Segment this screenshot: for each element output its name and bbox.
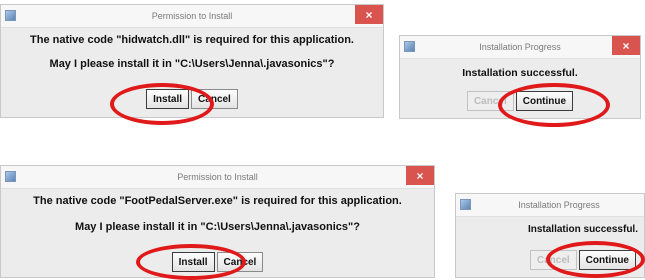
installation-progress-dialog-1: Installation Progress × Installation suc… <box>399 35 641 119</box>
dialog-title: Permission to Install <box>177 172 258 182</box>
cancel-button[interactable]: Cancel <box>529 250 577 270</box>
title-bar[interactable]: Permission to Install × <box>1 5 383 28</box>
app-icon <box>404 41 415 52</box>
title-bar[interactable]: Installation Progress × <box>400 36 640 59</box>
cancel-button[interactable]: Cancel <box>216 252 264 272</box>
native-code-message: The native code "FootPedalServer.exe" is… <box>33 195 402 207</box>
dialog-title: Installation Progress <box>518 200 600 210</box>
dialog-title: Permission to Install <box>151 11 233 21</box>
install-location-question: May I please install it in "C:\Users\Jen… <box>49 58 335 70</box>
close-button[interactable]: × <box>612 36 640 55</box>
native-code-message: The native code "hidwatch.dll" is requir… <box>30 34 354 46</box>
continue-button[interactable]: Continue <box>515 91 574 111</box>
app-icon <box>5 171 16 182</box>
installation-status: Installation successful. <box>527 224 638 235</box>
title-bar[interactable]: Permission to Install × <box>1 166 434 189</box>
close-button[interactable]: × <box>355 5 383 24</box>
permission-dialog-hidwatch: Permission to Install × The native code … <box>0 4 384 118</box>
cancel-button[interactable]: Cancel <box>466 91 514 111</box>
install-button[interactable]: Install <box>171 252 215 272</box>
installation-progress-dialog-2: Installation Progress Installation succe… <box>455 193 645 278</box>
install-location-question: May I please install it in "C:\Users\Jen… <box>75 221 360 233</box>
app-icon <box>460 199 471 210</box>
app-icon <box>5 10 16 21</box>
continue-button[interactable]: Continue <box>578 250 636 270</box>
dialog-title: Installation Progress <box>479 42 561 52</box>
close-button[interactable]: × <box>406 166 434 185</box>
permission-dialog-footpedalserver: Permission to Install × The native code … <box>0 165 435 278</box>
install-button[interactable]: Install <box>146 89 190 109</box>
title-bar[interactable]: Installation Progress <box>456 194 644 217</box>
cancel-button[interactable]: Cancel <box>191 89 238 109</box>
installation-status: Installation successful. <box>462 67 578 79</box>
